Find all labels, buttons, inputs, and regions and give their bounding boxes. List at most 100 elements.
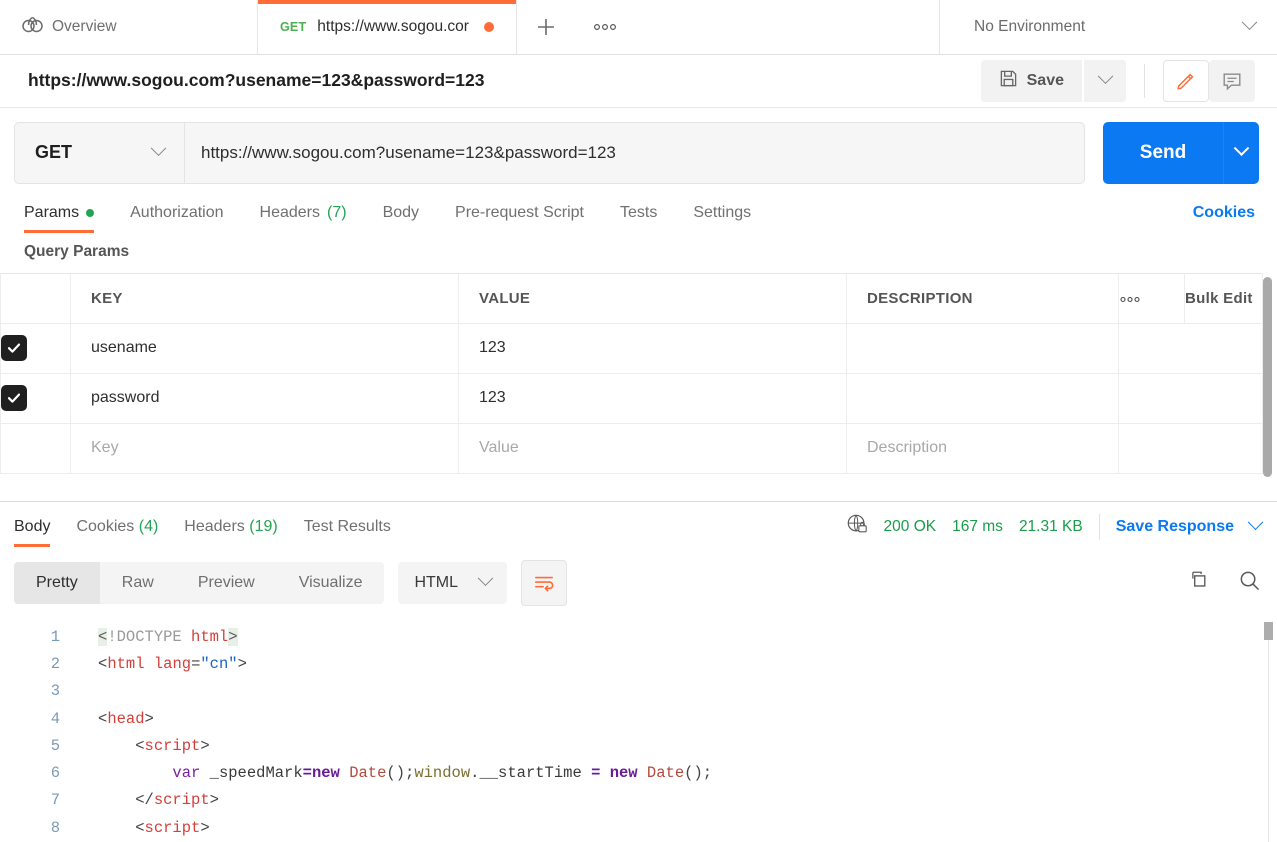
bulk-edit-button[interactable]: Bulk Edit: [1184, 273, 1263, 324]
code-line: <html lang="cn">: [98, 654, 247, 673]
code-line: </script>: [135, 791, 219, 810]
line-number: 7: [50, 791, 60, 810]
http-method-value: GET: [35, 142, 73, 163]
collection-overview-icon: [22, 16, 43, 38]
param-description-placeholder[interactable]: Description: [846, 423, 1119, 474]
send-group: Send: [1103, 121, 1259, 184]
checkbox-checked-icon: [1, 385, 27, 412]
chevron-down-icon: [1241, 14, 1258, 31]
tab-tests[interactable]: Tests: [620, 204, 657, 233]
view-mode-pretty[interactable]: Pretty: [14, 561, 100, 604]
tab-authorization[interactable]: Authorization: [130, 204, 223, 233]
params-header-key: KEY: [70, 273, 459, 324]
request-url-bar: GET https://www.sogou.com?usename=123&pa…: [0, 107, 1277, 196]
response-time: 167 ms: [952, 517, 1003, 535]
response-tabs: Body Cookies (4) Headers (19) Test Resul…: [0, 502, 1277, 552]
param-enabled-checkbox[interactable]: [0, 323, 71, 374]
chevron-down-icon: [1097, 68, 1113, 85]
copy-icon[interactable]: [1186, 569, 1208, 596]
page-title: https://www.sogou.com?usename=123&passwo…: [28, 70, 485, 91]
table-row-placeholder[interactable]: Key Value Description: [0, 423, 1263, 474]
view-mode-preview[interactable]: Preview: [176, 562, 277, 604]
save-button-label: Save: [1026, 71, 1064, 89]
response-tab-headers-count: (19): [249, 518, 278, 536]
comment-button[interactable]: [1209, 59, 1255, 102]
response-size: 21.31 KB: [1018, 517, 1083, 535]
chevron-down-icon[interactable]: [1247, 514, 1264, 531]
param-description[interactable]: [846, 323, 1119, 374]
search-icon[interactable]: [1238, 569, 1261, 597]
param-placeholder-checkbox[interactable]: [0, 423, 71, 474]
param-enabled-checkbox[interactable]: [0, 373, 71, 424]
response-action-icons: [1186, 569, 1261, 597]
params-options-button[interactable]: [1118, 273, 1185, 324]
tab-overview[interactable]: Overview: [0, 0, 258, 54]
save-options-button[interactable]: [1084, 59, 1126, 102]
response-tab-test-results-label: Test Results: [303, 518, 391, 536]
params-header-checkbox-cell: [0, 273, 71, 324]
secure-connection-icon: [846, 513, 868, 540]
tab-params-label: Params: [24, 203, 80, 221]
word-wrap-button[interactable]: [521, 559, 568, 606]
postman-window: Overview GET https://www.sogou.cor No En…: [0, 0, 1277, 842]
params-scrollbar[interactable]: [1263, 276, 1272, 477]
table-row[interactable]: usename 123: [0, 323, 1263, 374]
cookies-link[interactable]: Cookies: [1193, 204, 1255, 233]
save-button[interactable]: Save: [980, 59, 1082, 102]
tab-headers[interactable]: Headers (7): [260, 204, 347, 233]
new-tab-button[interactable]: [516, 0, 575, 54]
tab-body-label: Body: [382, 203, 420, 221]
params-header-value: VALUE: [458, 273, 847, 324]
send-options-button[interactable]: [1223, 121, 1259, 184]
response-tab-body[interactable]: Body: [14, 506, 51, 548]
tab-settings[interactable]: Settings: [693, 204, 751, 233]
param-description[interactable]: [846, 373, 1119, 424]
tab-overview-label: Overview: [52, 17, 117, 35]
param-value[interactable]: 123: [458, 373, 847, 424]
environment-label: No Environment: [974, 17, 1086, 35]
line-number: 6: [50, 764, 60, 783]
save-response-button[interactable]: Save Response: [1116, 518, 1234, 536]
code-line: <head>: [98, 709, 154, 728]
params-table-header-row: KEY VALUE DESCRIPTION Bulk Edit: [0, 273, 1263, 324]
response-view-toolbar: Pretty Raw Preview Visualize HTML: [0, 552, 1277, 616]
view-mode-raw[interactable]: Raw: [100, 562, 176, 604]
line-number: 4: [50, 709, 60, 728]
param-key-placeholder[interactable]: Key: [70, 423, 459, 474]
response-tab-headers[interactable]: Headers (19): [184, 506, 277, 547]
param-value-placeholder[interactable]: Value: [458, 423, 847, 474]
tab-bar: Overview GET https://www.sogou.cor No En…: [0, 0, 1277, 55]
toolbar-divider: [1144, 63, 1145, 98]
code-scrollbar-thumb[interactable]: [1264, 621, 1273, 640]
chevron-down-icon: [477, 570, 494, 587]
response-status-group: 200 OK 167 ms 21.31 KB Save Response: [846, 513, 1264, 540]
edit-request-button[interactable]: [1163, 59, 1209, 102]
response-tab-cookies-label: Cookies: [76, 518, 135, 536]
response-format-select[interactable]: HTML: [398, 561, 508, 604]
param-key[interactable]: password: [70, 373, 459, 424]
params-table-body: usename 123 password 123 Key Value Descr…: [0, 323, 1263, 474]
line-number: 3: [50, 682, 60, 701]
response-tab-cookies[interactable]: Cookies (4): [76, 506, 158, 547]
code-line: var _speedMark=new Date();window.__start…: [172, 764, 713, 783]
tab-request-sogou[interactable]: GET https://www.sogou.cor: [258, 0, 517, 54]
tab-body[interactable]: Body: [383, 204, 419, 233]
url-input-value: https://www.sogou.com?usename=123&passwo…: [201, 142, 616, 162]
param-key[interactable]: usename: [70, 323, 459, 374]
url-input[interactable]: https://www.sogou.com?usename=123&passwo…: [184, 121, 1085, 184]
tab-bar-spacer: [634, 0, 940, 54]
send-button[interactable]: Send: [1103, 121, 1223, 184]
view-mode-visualize[interactable]: Visualize: [277, 562, 385, 604]
environment-selector[interactable]: No Environment: [940, 0, 1277, 54]
tab-params[interactable]: Params: [24, 203, 95, 233]
request-tabs: Params Authorization Headers (7) Body Pr…: [0, 196, 1277, 233]
query-params-section: Query Params KEY VALUE DESCRIPTION Bulk …: [0, 232, 1277, 501]
response-body-code-viewer[interactable]: 1 2 3 4 5 6 7 8 <!DOCTYPE html> <html la…: [0, 616, 1277, 842]
table-row[interactable]: password 123: [0, 373, 1263, 424]
code-line: <script>: [135, 736, 210, 755]
tab-options-button[interactable]: [574, 0, 635, 54]
tab-pre-request-script[interactable]: Pre-request Script: [455, 204, 584, 233]
param-value[interactable]: 123: [458, 323, 847, 374]
http-method-select[interactable]: GET: [14, 121, 184, 184]
response-tab-test-results[interactable]: Test Results: [304, 506, 391, 547]
